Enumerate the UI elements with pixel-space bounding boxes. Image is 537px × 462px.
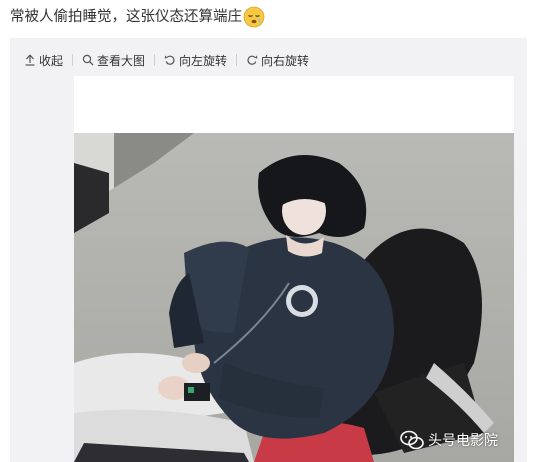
arrow-up-icon [25,54,35,66]
rotate-right-icon [247,55,258,65]
toolbar-divider [72,54,74,66]
rotate-right-label: 向右旋转 [261,53,310,68]
image-toolbar: 收起 查看大图 向左旋转 向右旋转 [24,50,309,70]
view-large-button[interactable]: 查看大图 [82,52,145,69]
toolbar-divider [154,54,156,66]
post-text: 常被人偷拍睡觉，这张仪态还算端庄 [10,6,265,28]
image-viewer-panel: 收起 查看大图 向左旋转 向右旋转 头号电影院 [10,38,527,462]
magnifier-icon [82,54,94,66]
toolbar-divider [236,54,238,66]
sleepy-face-emoji-icon [243,6,265,28]
collapse-label: 收起 [39,53,64,68]
watermark-text: 头号电影院 [428,433,498,449]
view-large-label: 查看大图 [97,53,146,68]
rotate-right-button[interactable]: 向右旋转 [246,52,309,69]
rotate-left-button[interactable]: 向左旋转 [164,52,227,69]
sleeping-person-photo[interactable] [74,133,514,462]
rotate-left-icon [164,55,175,65]
collapse-button[interactable]: 收起 [24,52,63,69]
wechat-icon [400,430,424,450]
photo-frame: 头号电影院 [74,76,514,462]
rotate-left-label: 向左旋转 [179,53,228,68]
watermark: 头号电影院 [400,430,498,450]
post-text-content: 常被人偷拍睡觉，这张仪态还算端庄 [10,9,242,25]
